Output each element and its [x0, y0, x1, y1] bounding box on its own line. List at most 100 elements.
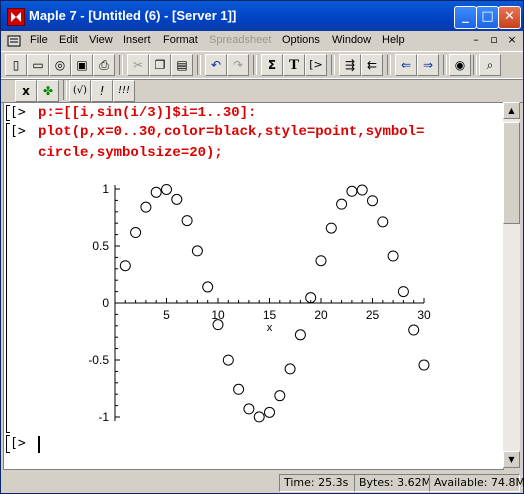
data-point [284, 363, 296, 375]
execute-all-button[interactable]: !!! [113, 80, 135, 102]
data-point [202, 281, 214, 293]
mdi-minimize-icon[interactable]: – [469, 33, 483, 47]
data-point [418, 359, 430, 371]
paste-icon[interactable]: ▤ [171, 54, 193, 76]
copy-icon[interactable]: ❐ [149, 54, 171, 76]
x-button[interactable]: x [15, 80, 37, 102]
data-point [274, 390, 286, 402]
maple-leaf-icon[interactable]: ✤ [37, 80, 59, 102]
save-icon[interactable]: ▣ [71, 54, 93, 76]
indent-icon[interactable]: ⇶ [339, 54, 361, 76]
data-point [294, 329, 306, 341]
menu-bar: File Edit View Insert Format Spreadsheet… [1, 31, 523, 51]
status-bar: Time: 25.3s Bytes: 3.62M Available: 74.8… [1, 472, 524, 493]
menu-window[interactable]: Window [332, 34, 371, 46]
menu-help[interactable]: Help [382, 34, 405, 46]
separator [197, 55, 201, 75]
y-tick-label: 1 [102, 182, 109, 196]
x-tick-label: 30 [417, 308, 431, 322]
separator [387, 55, 391, 75]
worksheet[interactable]: [> p:=[[i,sin(i/3)]$i=1..30]: [> plot(p,… [3, 102, 504, 470]
title-bar[interactable]: Maple 7 - [Untitled (6) - [Server 1]] _ … [1, 1, 523, 31]
data-point [377, 216, 389, 228]
data-point [387, 250, 399, 262]
close-button[interactable]: ✕ [498, 6, 521, 29]
x-tick-label: 20 [314, 308, 328, 322]
x-tick-label: 15 [263, 308, 277, 322]
mdi-restore-icon[interactable]: ▫ [487, 33, 501, 47]
cut-icon: ✂ [127, 54, 149, 76]
x-tick-label: 25 [366, 308, 380, 322]
input-icon[interactable]: [> [305, 54, 327, 76]
y-tick-label: -0.5 [88, 353, 109, 367]
redo-icon: ↷ [227, 54, 249, 76]
data-point [325, 222, 337, 234]
data-point [336, 198, 348, 210]
text-icon[interactable]: T [283, 54, 305, 76]
data-point [130, 227, 142, 239]
separator [253, 55, 257, 75]
minimize-button[interactable]: _ [454, 6, 477, 29]
x-tick-label: 5 [163, 308, 170, 322]
y-tick-label: 0.5 [92, 239, 109, 253]
y-tick-label: -1 [98, 410, 109, 424]
data-point [346, 185, 358, 197]
stop-icon[interactable]: ◉ [449, 54, 471, 76]
prompt-3: [> [10, 436, 26, 451]
menu-options[interactable]: Options [282, 34, 320, 46]
scroll-up-arrow-icon[interactable]: ▲ [503, 102, 520, 119]
status-available: Available: 74.8M [429, 474, 524, 492]
menu-insert[interactable]: Insert [123, 34, 151, 46]
data-point [397, 286, 409, 298]
main-toolbar: ▯ ▭ ◎ ▣ ⎙ ✂ ❐ ▤ ↶ ↷ Σ T [> ⇶ ⇇ ⇐ ⇒ ◉ ⌕ [1, 51, 523, 80]
maple-window: Maple 7 - [Untitled (6) - [Server 1]] _ … [0, 0, 524, 494]
execute-button[interactable]: ! [91, 80, 113, 102]
data-point [243, 403, 255, 415]
data-point [161, 183, 172, 195]
outdent-icon[interactable]: ⇇ [361, 54, 383, 76]
data-point [222, 354, 234, 366]
mdi-close-icon[interactable]: × [505, 33, 519, 47]
undo-icon[interactable]: ↶ [205, 54, 227, 76]
window-title: Maple 7 - [Untitled (6) - [Server 1]] [29, 8, 237, 23]
context-toolbar: x ✤ (√) ! !!! [1, 78, 523, 103]
x-axis-label: x [267, 322, 273, 334]
maximize-button[interactable]: □ [476, 6, 499, 29]
sum-icon[interactable]: Σ [261, 54, 283, 76]
menu-edit[interactable]: Edit [59, 34, 78, 46]
scroll-thumb[interactable] [503, 122, 520, 224]
menu-file[interactable]: File [30, 34, 48, 46]
open-icon[interactable]: ▭ [27, 54, 49, 76]
print-icon[interactable]: ⎙ [93, 54, 115, 76]
sqrt-button[interactable]: (√) [69, 80, 91, 102]
data-point [253, 411, 265, 423]
vertical-scrollbar[interactable]: ▲ ▼ [503, 102, 520, 468]
data-point [315, 255, 327, 267]
data-point [356, 184, 368, 196]
menu-view[interactable]: View [89, 34, 113, 46]
menu-format[interactable]: Format [163, 34, 198, 46]
scroll-down-arrow-icon[interactable]: ▼ [503, 451, 520, 468]
data-point [171, 193, 183, 205]
menu-spreadsheet: Spreadsheet [209, 34, 272, 46]
data-point [140, 201, 152, 213]
data-point [150, 186, 162, 198]
forward-icon[interactable]: ⇒ [417, 54, 439, 76]
data-point [233, 383, 245, 395]
separator [473, 55, 477, 75]
document-menu-icon[interactable] [7, 34, 21, 48]
separator [331, 55, 335, 75]
new-icon[interactable]: ▯ [5, 54, 27, 76]
zoom-icon[interactable]: ⌕ [479, 54, 501, 76]
scatter-plot[interactable]: 5 10 15 20 25 3010.50-0.5-1x [4, 103, 503, 469]
separator [443, 55, 447, 75]
data-point [119, 260, 131, 272]
data-point [191, 245, 203, 257]
separator [63, 80, 67, 100]
data-point [264, 406, 275, 418]
y-tick-label: 0 [102, 296, 109, 310]
separator [119, 55, 123, 75]
status-bytes: Bytes: 3.62M [354, 474, 431, 492]
back-icon[interactable]: ⇐ [395, 54, 417, 76]
open-url-icon[interactable]: ◎ [49, 54, 71, 76]
